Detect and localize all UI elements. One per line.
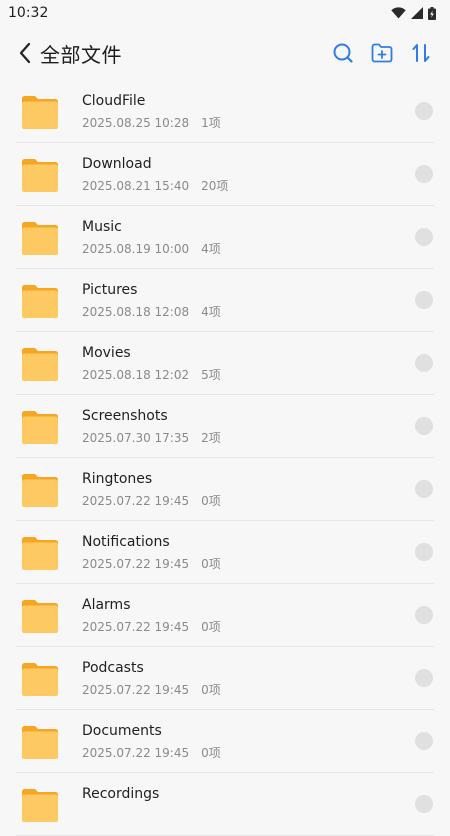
select-radio[interactable] bbox=[415, 354, 433, 372]
file-count: 5项 bbox=[201, 368, 221, 382]
file-count: 0项 bbox=[201, 557, 221, 571]
new-folder-icon bbox=[371, 43, 393, 63]
status-time: 10:32 bbox=[8, 5, 49, 21]
status-bar: 10:32 bbox=[0, 0, 450, 26]
file-meta: 2025.08.18 12:02 5项 bbox=[82, 366, 221, 383]
file-count: 2项 bbox=[201, 431, 221, 445]
folder-icon bbox=[22, 726, 58, 759]
list-item[interactable]: Documents 2025.07.22 19:45 0项 bbox=[0, 710, 450, 773]
file-name: Movies bbox=[82, 345, 131, 361]
select-radio[interactable] bbox=[415, 480, 433, 498]
select-radio[interactable] bbox=[415, 543, 433, 561]
select-radio[interactable] bbox=[415, 291, 433, 309]
list-item[interactable]: Movies 2025.08.18 12:02 5项 bbox=[0, 332, 450, 395]
list-item[interactable]: Ringtones 2025.07.22 19:45 0项 bbox=[0, 458, 450, 521]
file-date: 2025.08.21 15:40 bbox=[82, 179, 190, 193]
file-count: 0项 bbox=[201, 746, 221, 760]
file-date: 2025.08.25 10:28 bbox=[82, 116, 190, 130]
file-count: 20项 bbox=[201, 179, 229, 193]
file-name: Notifications bbox=[82, 534, 170, 550]
file-count: 4项 bbox=[201, 305, 221, 319]
file-date: 2025.07.22 19:45 bbox=[82, 620, 190, 634]
file-list: CloudFile 2025.08.25 10:28 1项 Download 20… bbox=[0, 80, 450, 836]
list-item[interactable]: Recordings bbox=[0, 773, 450, 836]
folder-icon bbox=[22, 600, 58, 633]
file-name: Podcasts bbox=[82, 660, 144, 676]
file-meta: 2025.07.22 19:45 0项 bbox=[82, 744, 221, 761]
file-count: 0项 bbox=[201, 683, 221, 697]
select-radio[interactable] bbox=[415, 795, 433, 813]
folder-icon bbox=[22, 285, 58, 318]
file-meta: 2025.07.22 19:45 0项 bbox=[82, 618, 221, 635]
folder-icon bbox=[22, 474, 58, 507]
page-title: 全部文件 bbox=[40, 43, 122, 67]
list-item[interactable]: Notifications 2025.07.22 19:45 0项 bbox=[0, 521, 450, 584]
file-date: 2025.08.19 10:00 bbox=[82, 242, 190, 256]
status-icons bbox=[391, 6, 436, 20]
file-count: 1项 bbox=[201, 116, 221, 130]
file-name: Download bbox=[82, 156, 152, 172]
select-radio[interactable] bbox=[415, 228, 433, 246]
list-item[interactable]: CloudFile 2025.08.25 10:28 1项 bbox=[0, 80, 450, 143]
folder-icon bbox=[22, 348, 58, 381]
file-name: CloudFile bbox=[82, 93, 146, 109]
sort-icon bbox=[412, 44, 430, 62]
file-name: Pictures bbox=[82, 282, 138, 298]
new-folder-button[interactable] bbox=[369, 40, 395, 66]
file-meta: 2025.08.18 12:08 4项 bbox=[82, 303, 221, 320]
folder-icon bbox=[22, 537, 58, 570]
file-meta: 2025.07.22 19:45 0项 bbox=[82, 492, 221, 509]
select-radio[interactable] bbox=[415, 417, 433, 435]
list-item[interactable]: Screenshots 2025.07.30 17:35 2项 bbox=[0, 395, 450, 458]
file-meta: 2025.07.30 17:35 2项 bbox=[82, 429, 221, 446]
header: 全部文件 bbox=[0, 26, 450, 80]
folder-icon bbox=[22, 411, 58, 444]
folder-icon bbox=[22, 159, 58, 192]
back-button[interactable] bbox=[14, 40, 36, 66]
battery-icon bbox=[428, 6, 436, 20]
file-date: 2025.07.30 17:35 bbox=[82, 431, 190, 445]
file-date: 2025.08.18 12:08 bbox=[82, 305, 190, 319]
search-icon bbox=[333, 43, 353, 63]
folder-icon bbox=[22, 96, 58, 129]
chevron-left-icon bbox=[19, 42, 31, 64]
file-date: 2025.07.22 19:45 bbox=[82, 494, 190, 508]
file-meta: 2025.08.19 10:00 4项 bbox=[82, 240, 221, 257]
select-radio[interactable] bbox=[415, 732, 433, 750]
file-date: 2025.07.22 19:45 bbox=[82, 557, 190, 571]
file-date: 2025.07.22 19:45 bbox=[82, 683, 190, 697]
file-count: 0项 bbox=[201, 494, 221, 508]
file-date: 2025.07.22 19:45 bbox=[82, 746, 190, 760]
file-name: Screenshots bbox=[82, 408, 168, 424]
list-item[interactable]: Music 2025.08.19 10:00 4项 bbox=[0, 206, 450, 269]
select-radio[interactable] bbox=[415, 606, 433, 624]
select-radio[interactable] bbox=[415, 165, 433, 183]
file-date: 2025.08.18 12:02 bbox=[82, 368, 190, 382]
cell-signal-icon bbox=[411, 7, 423, 19]
file-meta: 2025.07.22 19:45 0项 bbox=[82, 555, 221, 572]
file-name: Ringtones bbox=[82, 471, 153, 487]
file-count: 4项 bbox=[201, 242, 221, 256]
folder-icon bbox=[22, 789, 58, 822]
folder-icon bbox=[22, 663, 58, 696]
list-item[interactable]: Download 2025.08.21 15:40 20项 bbox=[0, 143, 450, 206]
file-count: 0项 bbox=[201, 620, 221, 634]
file-meta: 2025.08.21 15:40 20项 bbox=[82, 177, 228, 194]
file-meta: 2025.07.22 19:45 0项 bbox=[82, 681, 221, 698]
file-meta: 2025.08.25 10:28 1项 bbox=[82, 114, 221, 131]
select-radio[interactable] bbox=[415, 102, 433, 120]
file-meta bbox=[82, 807, 94, 821]
sort-button[interactable] bbox=[408, 40, 434, 66]
list-item[interactable]: Podcasts 2025.07.22 19:45 0项 bbox=[0, 647, 450, 710]
file-name: Documents bbox=[82, 723, 162, 739]
select-radio[interactable] bbox=[415, 669, 433, 687]
wifi-icon bbox=[391, 7, 406, 19]
search-button[interactable] bbox=[330, 40, 356, 66]
list-item[interactable]: Pictures 2025.08.18 12:08 4项 bbox=[0, 269, 450, 332]
folder-icon bbox=[22, 222, 58, 255]
file-name: Alarms bbox=[82, 597, 131, 613]
list-item[interactable]: Alarms 2025.07.22 19:45 0项 bbox=[0, 584, 450, 647]
file-name: Music bbox=[82, 219, 122, 235]
